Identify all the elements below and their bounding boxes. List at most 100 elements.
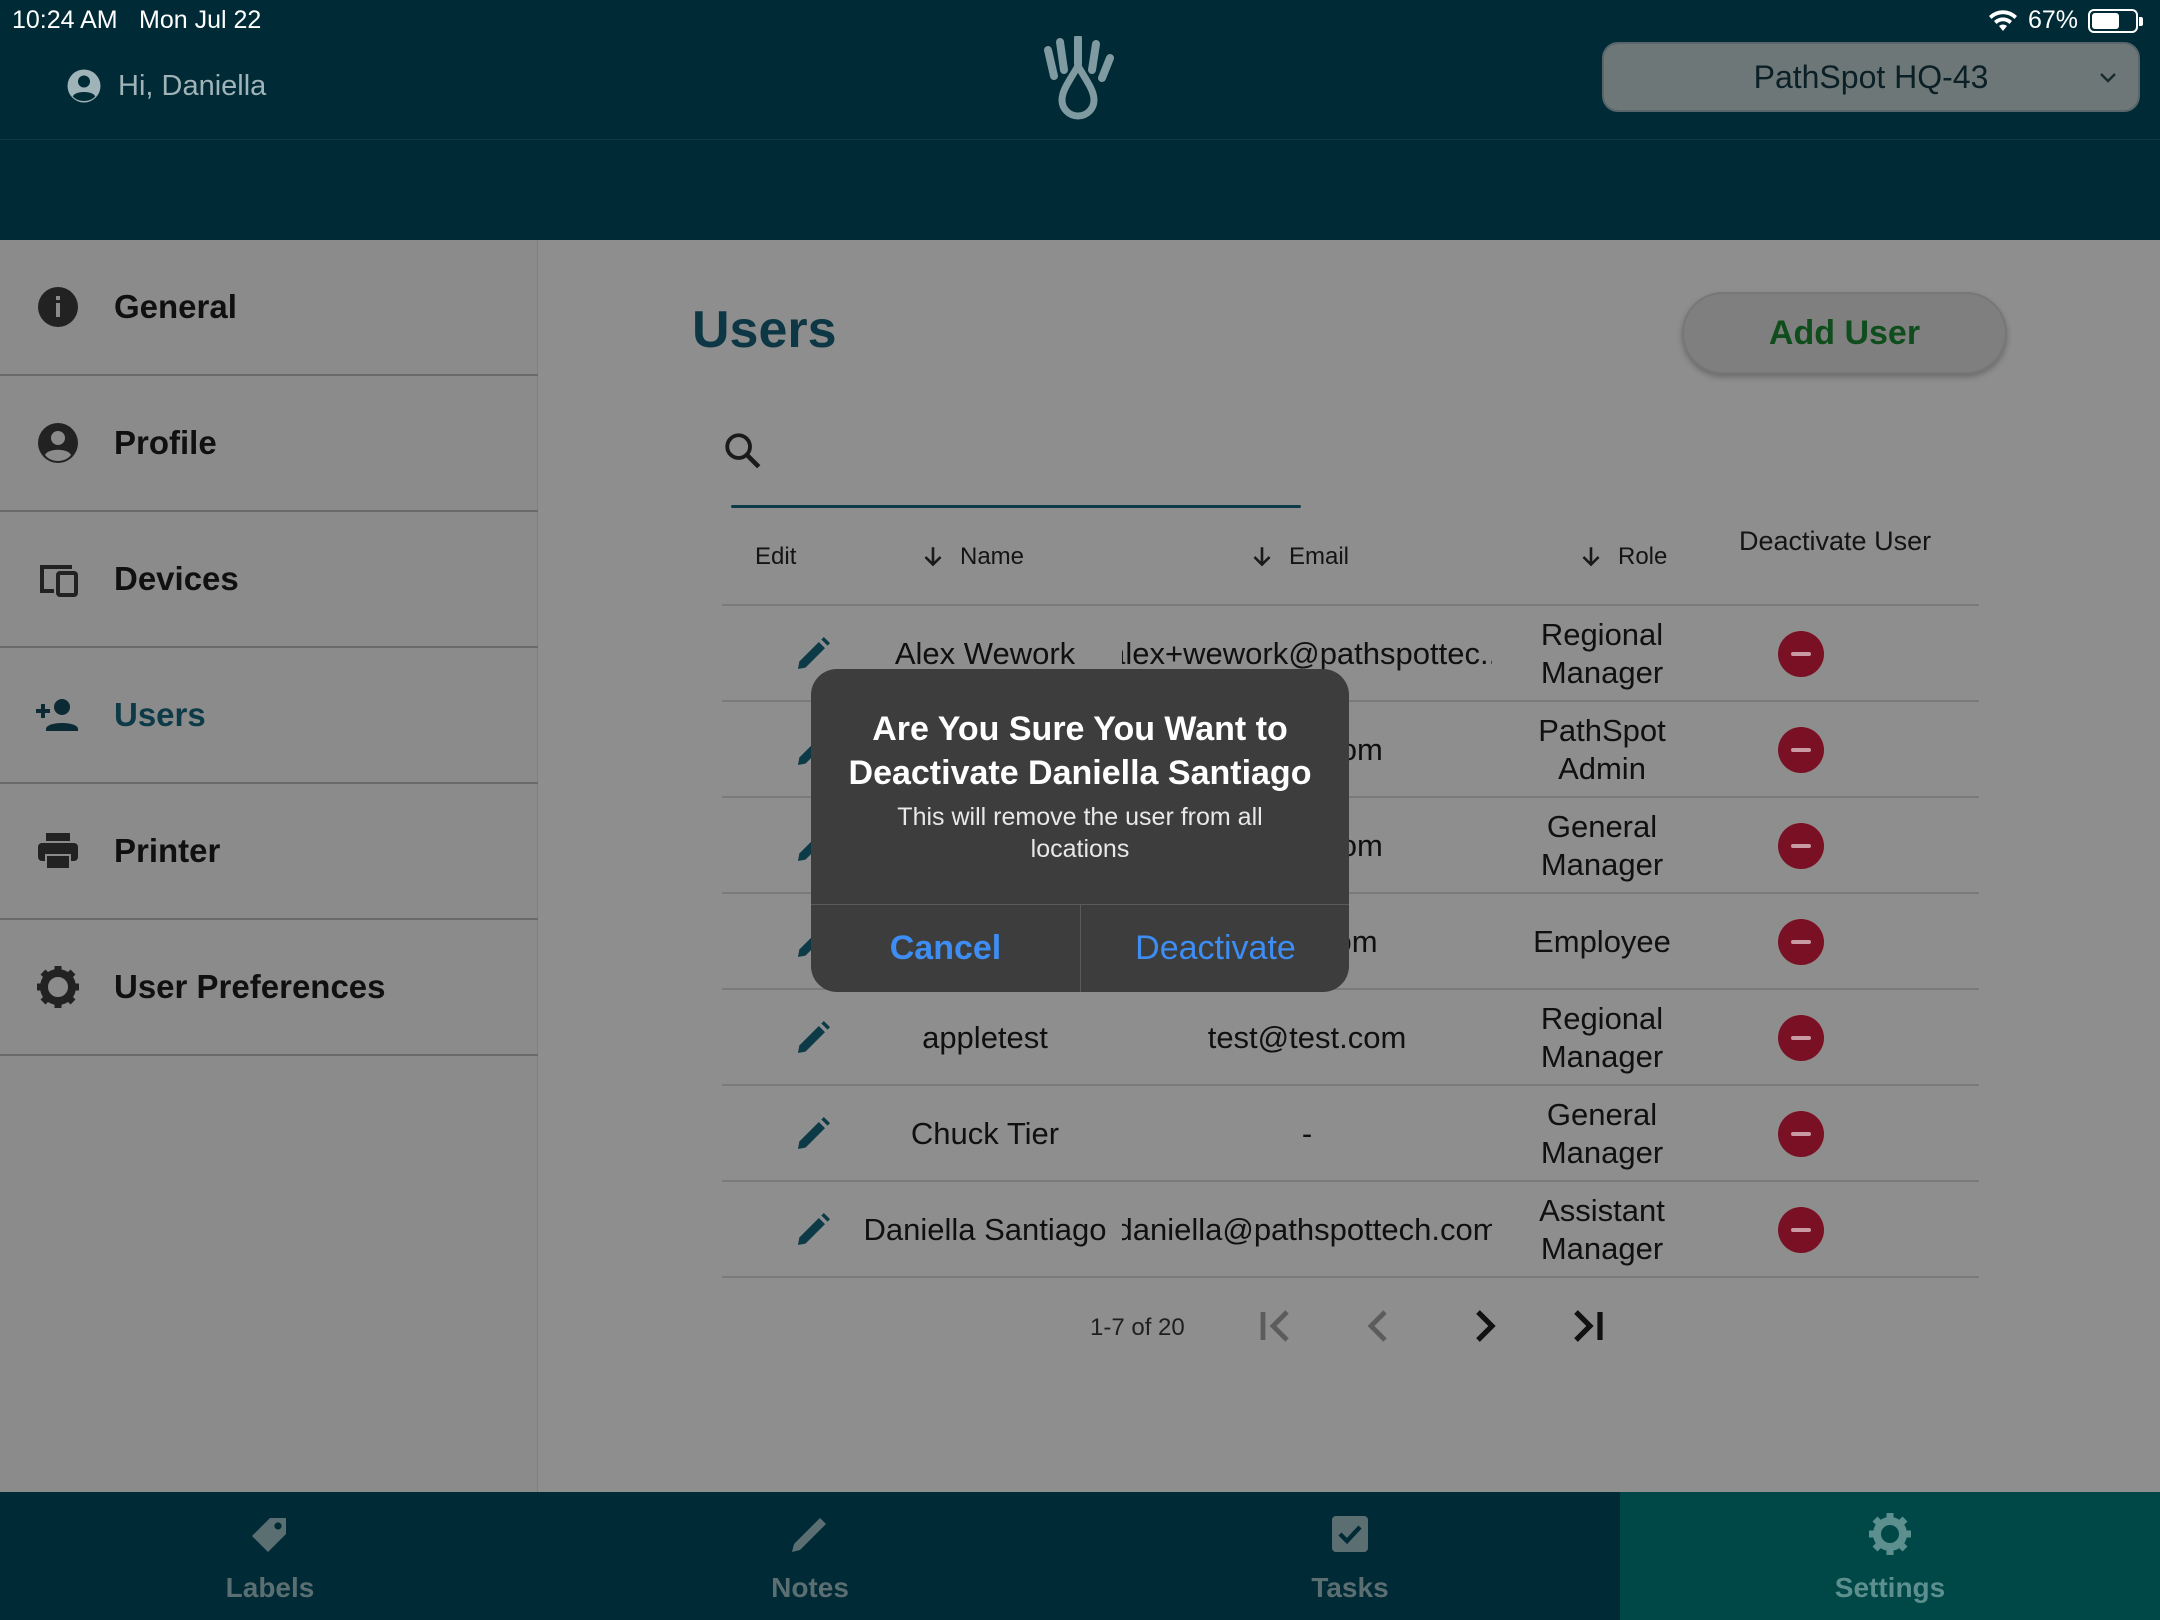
tab-label: Settings	[1834, 1572, 1946, 1603]
status-date: Mon Jul 22	[139, 6, 262, 34]
sidebar-item-label: User Preferences	[114, 968, 386, 1005]
printer-icon	[38, 833, 78, 870]
tag-icon	[252, 1518, 286, 1552]
sidebar-item-label: Users	[114, 696, 206, 733]
table-row: Chuck Tier - General Manager	[722, 1086, 1979, 1182]
user-role: Regional Manager	[1540, 617, 1664, 690]
deactivate-user-button[interactable]	[1775, 990, 1827, 1086]
gear-icon	[1869, 1513, 1911, 1555]
user-name: appletest	[922, 1020, 1048, 1055]
user-name: Chuck Tier	[910, 1116, 1060, 1151]
hand-drop-logo-icon	[1044, 36, 1114, 120]
sort-arrow-down-icon	[924, 547, 942, 567]
wifi-icon	[1988, 9, 2017, 31]
tab-settings[interactable]: Settings	[1620, 1492, 2160, 1620]
chevron-left-icon[interactable]	[1355, 1302, 1403, 1350]
deactivate-user-button[interactable]	[1775, 798, 1827, 894]
chevron-down-icon	[2100, 73, 2116, 83]
edit-user-button[interactable]	[767, 990, 859, 1086]
tab-labels[interactable]: Labels	[0, 1492, 540, 1620]
account-circle-icon	[38, 423, 78, 463]
location-select-value: PathSpot HQ-43	[1753, 58, 1989, 95]
battery-percent: 67%	[2027, 6, 2078, 34]
account-circle-icon	[67, 69, 101, 103]
page-title: Users	[692, 301, 837, 359]
sidebar-item-user-preferences[interactable]: User Preferences	[0, 920, 538, 1056]
minus-circle-icon	[1778, 1015, 1824, 1061]
minus-circle-icon	[1778, 727, 1824, 773]
last-page-icon[interactable]	[1564, 1302, 1612, 1350]
sidebar-item-label: Devices	[114, 560, 239, 597]
app-header: 10:24 AM Mon Jul 22 67% Hi, Daniella Pat…	[0, 0, 2160, 240]
column-header-edit: Edit	[755, 543, 796, 571]
user-role: Regional Manager	[1540, 1001, 1664, 1074]
tab-label: Tasks	[1311, 1572, 1389, 1603]
minus-circle-icon	[1778, 823, 1824, 869]
deactivate-user-button[interactable]	[1775, 1086, 1827, 1182]
sidebar-item-general[interactable]: General	[0, 240, 538, 376]
search-input[interactable]	[775, 420, 1295, 480]
add-user-button[interactable]: Add User	[1682, 292, 2007, 374]
sort-arrow-down-icon	[1582, 547, 1600, 567]
column-header-email[interactable]: Email	[1249, 543, 1349, 571]
tab-tasks[interactable]: Tasks	[1080, 1492, 1620, 1620]
search-underline	[731, 505, 1301, 508]
users-panel: Users Add User Edit Name Email Role Deac…	[539, 240, 2160, 1492]
user-role: PathSpot Admin	[1538, 713, 1666, 786]
deactivate-button[interactable]: Deactivate	[1081, 905, 1349, 992]
tab-notes[interactable]: Notes	[540, 1492, 1080, 1620]
pencil-icon	[798, 1021, 830, 1053]
table-row: Daniella Santiago daniella@pathspottech.…	[722, 1182, 1979, 1278]
sidebar-item-label: Printer	[114, 832, 221, 869]
user-email: -	[1301, 1116, 1313, 1151]
pencil-icon	[798, 1213, 830, 1245]
devices-icon	[40, 565, 78, 597]
status-bar: 10:24 AM Mon Jul 22 67%	[0, 0, 2160, 40]
column-header-label: Name	[960, 543, 1025, 570]
user-greeting: Hi, Daniella	[66, 68, 266, 104]
pencil-icon	[798, 1117, 830, 1149]
deactivate-user-button[interactable]	[1775, 702, 1827, 798]
dialog-title: Are You Sure You Want to Deactivate Dani…	[848, 710, 1312, 792]
tab-label: Notes	[771, 1572, 849, 1603]
add-person-icon	[36, 699, 78, 731]
sidebar-item-users[interactable]: Users	[0, 648, 538, 784]
column-header-label: Deactivate User	[1739, 526, 1932, 556]
edit-user-button[interactable]	[767, 1182, 859, 1278]
deactivate-user-button[interactable]	[1775, 1182, 1827, 1278]
deactivate-user-button[interactable]	[1775, 606, 1827, 702]
edit-user-button[interactable]	[767, 1086, 859, 1182]
user-email: test@test.com	[1207, 1020, 1407, 1055]
pagination-range: 1-7 of 20	[1090, 1314, 1185, 1341]
info-icon	[38, 287, 78, 327]
minus-circle-icon	[1778, 1111, 1824, 1157]
sidebar-item-label: General	[114, 288, 237, 325]
chevron-right-icon[interactable]	[1460, 1302, 1508, 1350]
sidebar-item-devices[interactable]: Devices	[0, 512, 538, 648]
column-header-role[interactable]: Role	[1578, 543, 1667, 571]
table-row: appletest test@test.com Regional Manager	[722, 990, 1979, 1086]
column-header-label: Email	[1289, 543, 1350, 570]
sidebar-item-label: Profile	[114, 424, 217, 461]
column-header-label: Role	[1618, 543, 1668, 570]
cancel-button[interactable]: Cancel	[811, 905, 1080, 992]
dialog-message: This will remove the user from all locat…	[897, 803, 1263, 863]
first-page-icon[interactable]	[1251, 1302, 1299, 1350]
user-name: Daniella Santiago	[863, 1212, 1107, 1247]
user-email: daniella@pathspottech.com	[1122, 1212, 1492, 1247]
status-indicators: 67%	[1988, 6, 2143, 35]
sidebar-item-profile[interactable]: Profile	[0, 376, 538, 512]
status-time: 10:24 AM	[12, 6, 118, 34]
greeting-text: Hi, Daniella	[118, 69, 267, 102]
user-role: Assistant Manager	[1539, 1193, 1665, 1266]
settings-sidebar: General Profile Devices Users Printer Us…	[0, 240, 538, 1492]
battery-icon	[2088, 8, 2143, 33]
user-role: General Manager	[1540, 1097, 1664, 1170]
column-header-deactivate: Deactivate User	[1739, 526, 1931, 557]
battery-level	[2092, 12, 2119, 29]
sidebar-item-printer[interactable]: Printer	[0, 784, 538, 920]
column-header-name[interactable]: Name	[920, 543, 1024, 571]
deactivate-user-button[interactable]	[1775, 894, 1827, 990]
header-divider	[0, 139, 2160, 140]
location-select[interactable]: PathSpot HQ-43	[1602, 42, 2140, 112]
